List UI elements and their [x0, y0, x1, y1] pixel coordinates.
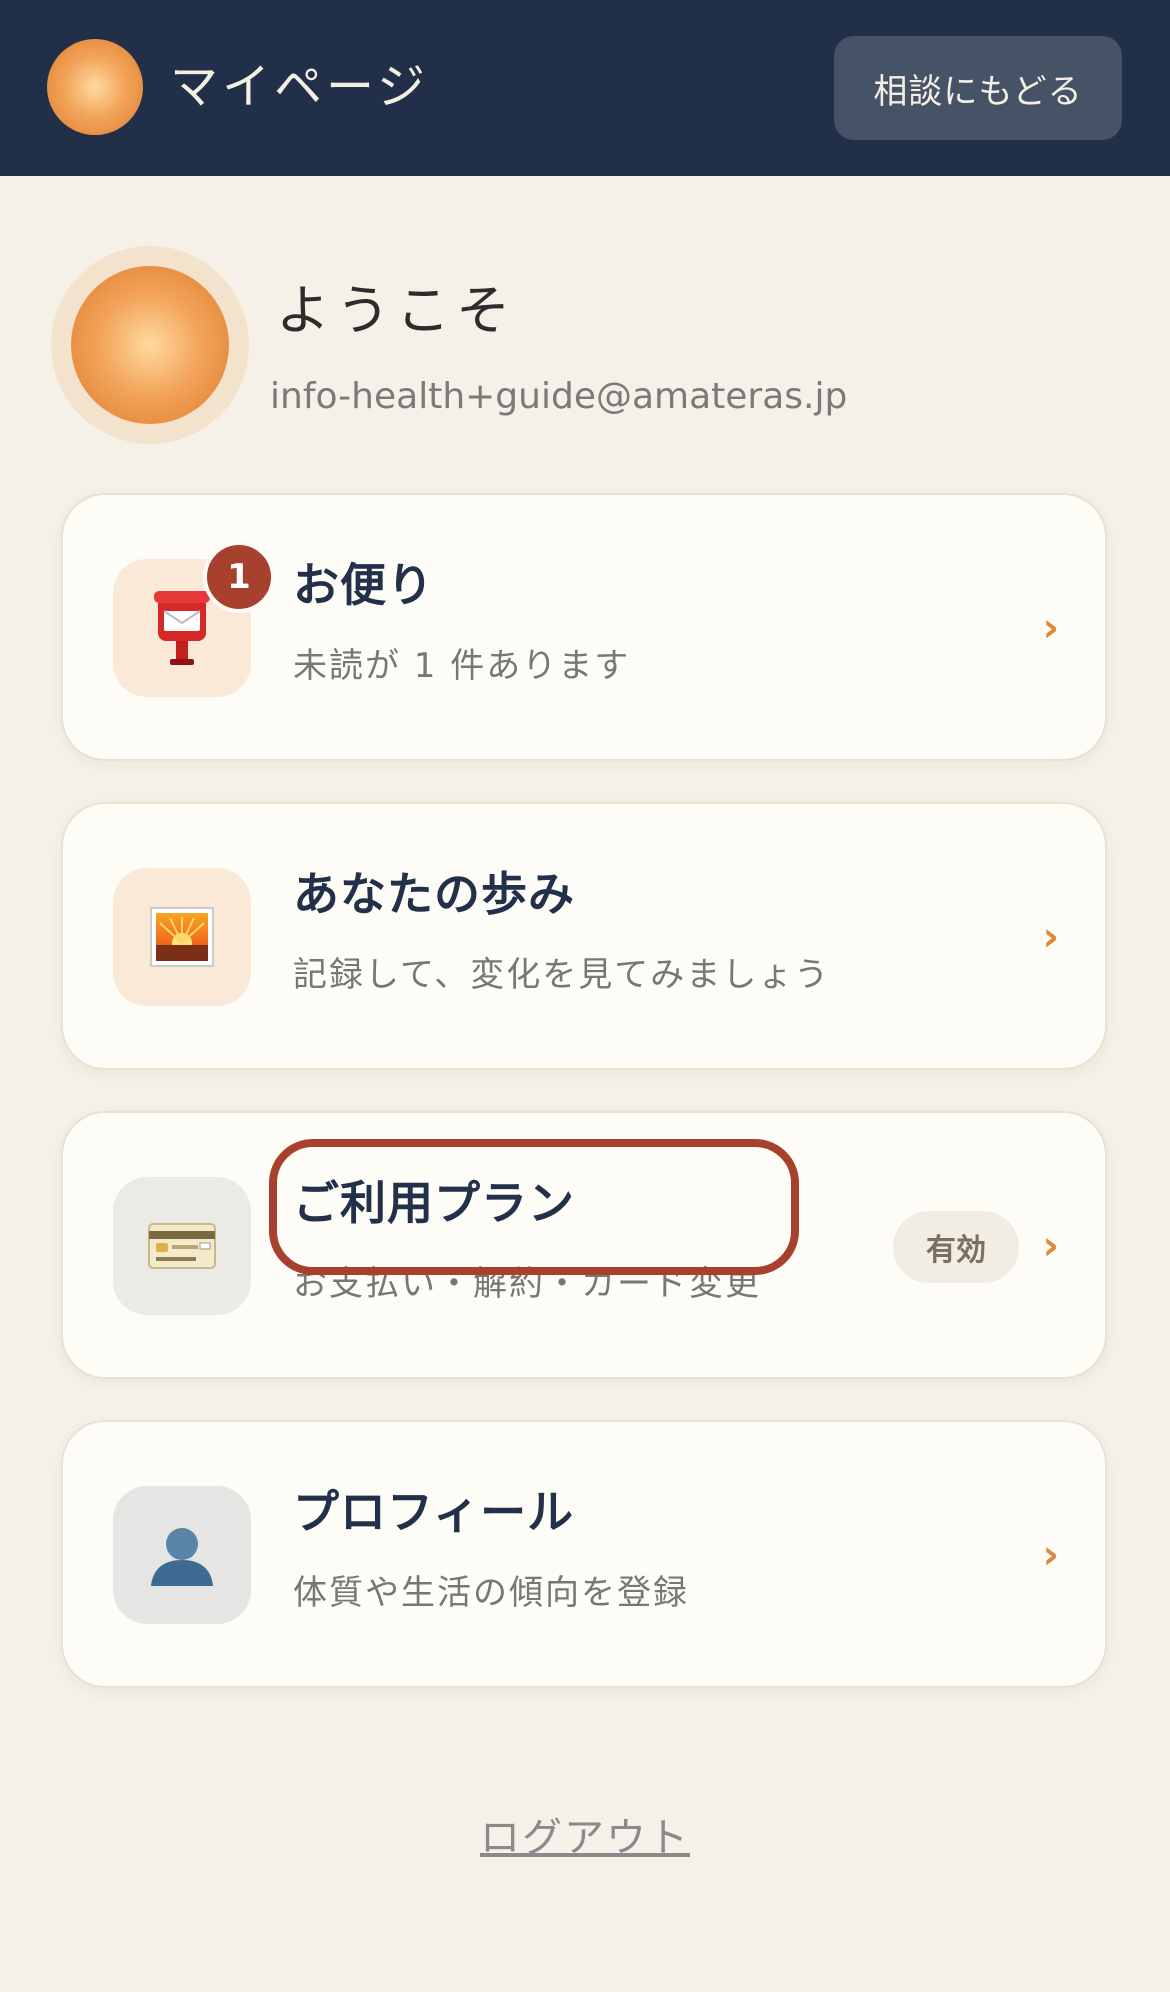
page-title: マイページ: [170, 59, 430, 115]
unread-count-badge: 1: [203, 541, 275, 613]
plan-card[interactable]: ご利用プラン お支払い・解約・カード変更 有効 ›: [61, 1111, 1107, 1379]
logout-link[interactable]: ログアウト: [0, 1808, 1170, 1868]
highlight-ring: [269, 1139, 799, 1275]
sun-logo-icon: [47, 39, 143, 135]
card-subtitle: 未読が 1 件あります: [293, 646, 631, 686]
chevron-right-icon: ›: [1042, 1223, 1059, 1269]
avatar: [71, 266, 229, 424]
letters-card[interactable]: 1 お便り 未読が 1 件あります ›: [61, 493, 1107, 761]
chevron-right-icon: ›: [1042, 605, 1059, 651]
status-badge: 有効: [893, 1211, 1019, 1283]
card-title: あなたの歩み: [293, 867, 575, 921]
user-email: info-health+guide@amateras.jp: [270, 376, 848, 417]
card-title: お便り: [293, 558, 434, 612]
person-silhouette-icon: [113, 1486, 251, 1624]
chevron-right-icon: ›: [1042, 914, 1059, 960]
profile-card[interactable]: プロフィール 体質や生活の傾向を登録 ›: [61, 1420, 1107, 1688]
card-subtitle: 記録して、変化を見てみましょう: [293, 955, 831, 995]
sunrise-picture-icon: [113, 868, 251, 1006]
card-title: プロフィール: [293, 1485, 575, 1539]
credit-card-icon: [113, 1177, 251, 1315]
welcome-text: ようこそ: [276, 279, 516, 342]
journey-card[interactable]: あなたの歩み 記録して、変化を見てみましょう ›: [61, 802, 1107, 1070]
app-header: マイページ 相談にもどる: [0, 0, 1170, 176]
back-to-consultation-button[interactable]: 相談にもどる: [834, 36, 1122, 140]
card-subtitle: 体質や生活の傾向を登録: [293, 1573, 689, 1613]
chevron-right-icon: ›: [1042, 1532, 1059, 1578]
